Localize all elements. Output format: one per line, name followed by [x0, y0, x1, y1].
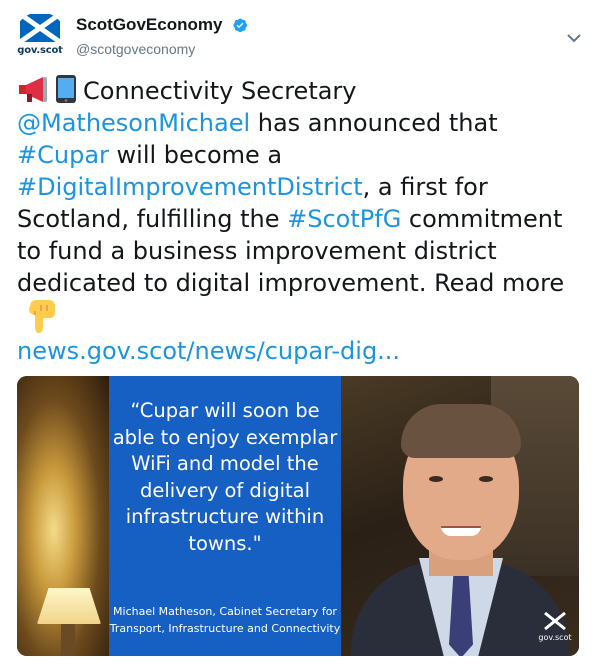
- gov-scot-logo: gov.scot: [537, 612, 573, 646]
- quote-text: “Cupar will soon be able to enjoy exempl…: [112, 399, 338, 555]
- portrait-eye-left: [429, 476, 443, 482]
- author-info: ScotGovEconomy @scotgoveconomy: [76, 14, 248, 57]
- verified-badge-icon: [232, 18, 247, 32]
- display-name[interactable]: ScotGovEconomy: [76, 15, 222, 35]
- portrait-eye-right: [479, 476, 493, 482]
- hashtag-scotpfg-link[interactable]: #ScotPfG: [287, 205, 401, 233]
- avatar-label: gov.scot: [17, 45, 63, 56]
- quote-panel: “Cupar will soon be able to enjoy exempl…: [109, 376, 341, 656]
- logo-text: gov.scot: [538, 633, 572, 642]
- tweet-text-segment: has announced that: [250, 109, 498, 137]
- portrait-hair: [401, 404, 521, 458]
- tweet-image[interactable]: “Cupar will soon be able to enjoy exempl…: [17, 376, 579, 656]
- article-link[interactable]: news.gov.scot/news/cupar-dig...: [17, 337, 400, 365]
- handle[interactable]: @scotgoveconomy: [76, 41, 248, 57]
- pointing-down-hand-icon: [29, 300, 55, 333]
- saltire-flag-icon: [20, 14, 60, 42]
- mention-link[interactable]: @MathesonMichael: [17, 109, 250, 137]
- tweet-header: gov.scot ScotGovEconomy @scotgoveconomy: [14, 12, 584, 64]
- portrait-mouth: [441, 526, 481, 536]
- tweet-text-intro: Connectivity Secretary: [83, 77, 357, 105]
- hashtag-digital-improvement-district-link[interactable]: #DigitalImprovementDistrict: [17, 173, 363, 201]
- lampshade: [37, 588, 101, 624]
- hashtag-cupar-link[interactable]: #Cupar: [17, 141, 109, 169]
- avatar[interactable]: gov.scot: [14, 12, 66, 64]
- tweet-text: Connectivity Secretary @MathesonMichael …: [17, 74, 582, 367]
- tweet-text-segment: will become a: [108, 141, 283, 169]
- lamp-base: [61, 624, 75, 656]
- chevron-down-icon[interactable]: [564, 28, 584, 48]
- saltire-logo-icon: [544, 612, 566, 630]
- megaphone-icon: [19, 77, 47, 102]
- mobile-phone-icon: [56, 75, 76, 103]
- quote-credit: Michael Matheson, Cabinet Secretary for …: [109, 605, 341, 635]
- lamp-background: [17, 376, 109, 656]
